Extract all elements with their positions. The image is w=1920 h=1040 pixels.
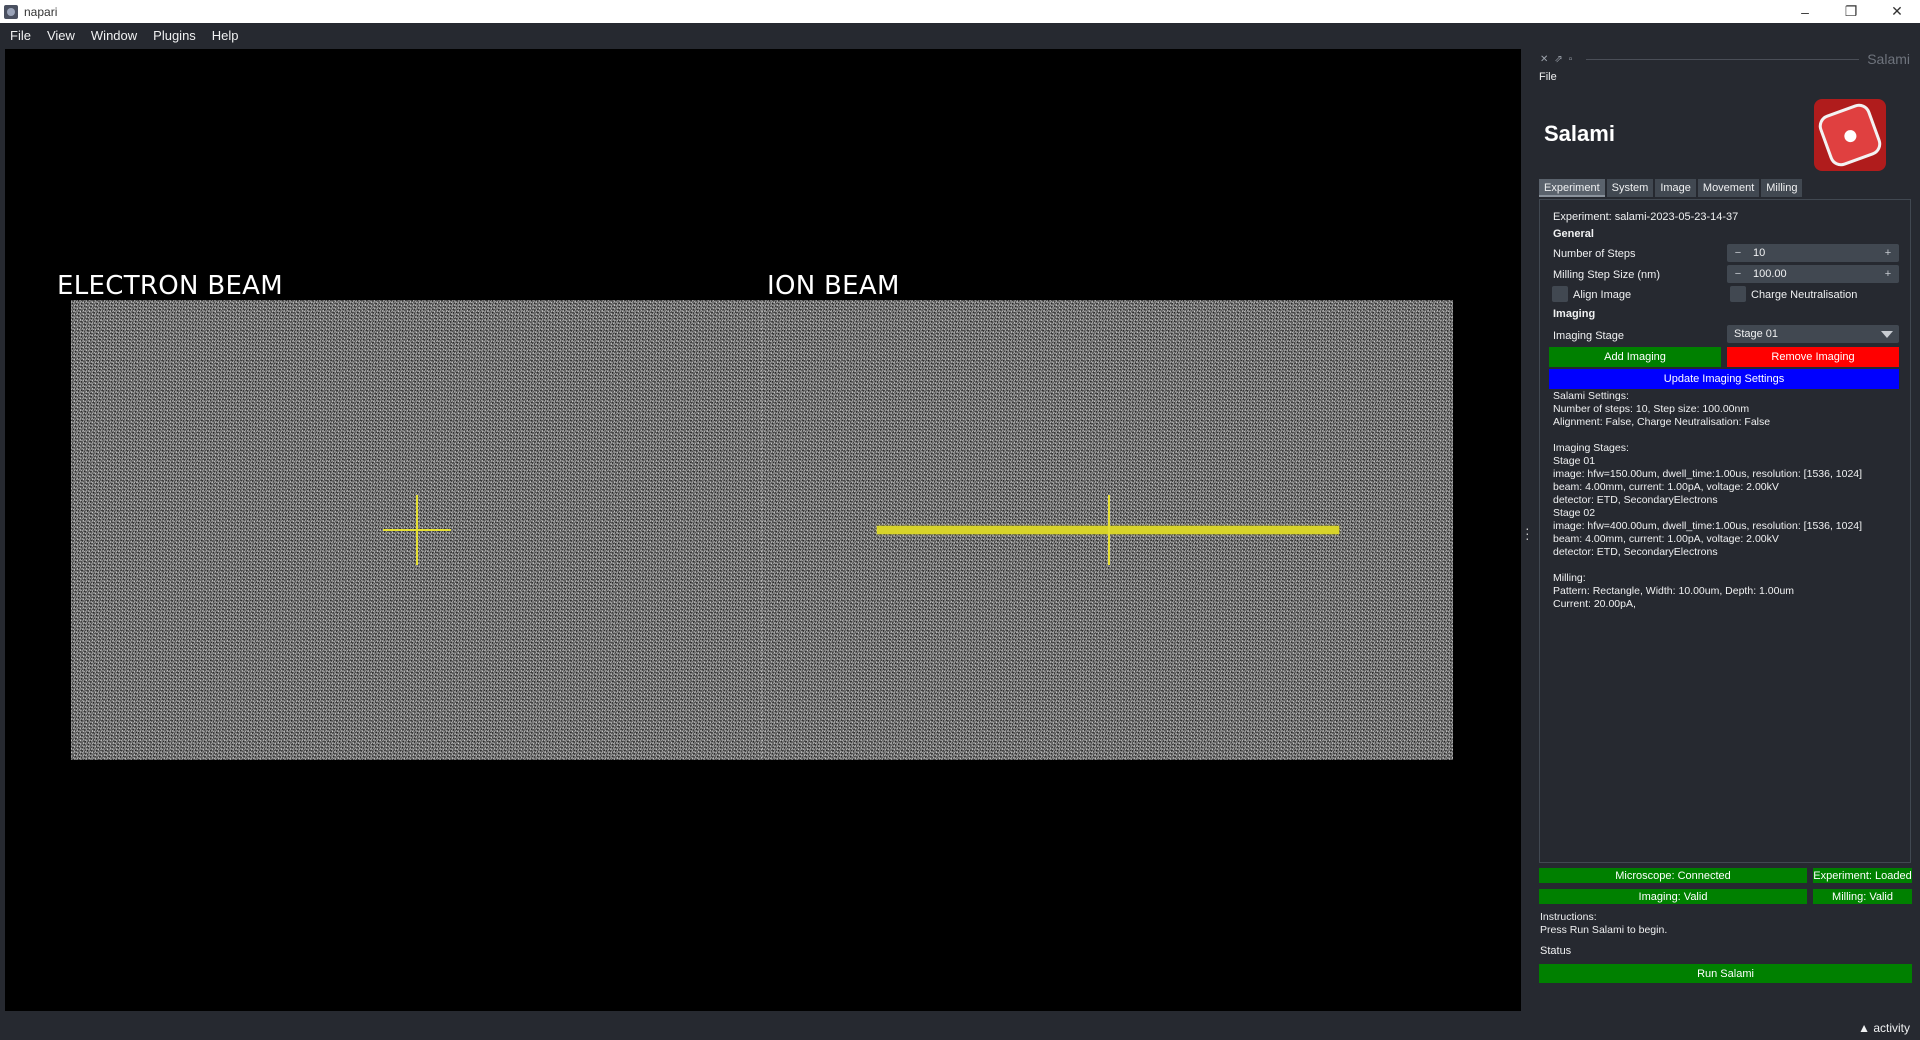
general-section-header: General: [1553, 228, 1594, 240]
salami-logo: ●: [1814, 99, 1886, 171]
steps-label: Number of Steps: [1553, 248, 1636, 260]
experiment-panel: Experiment: salami-2023-05-23-14-37 Gene…: [1539, 199, 1911, 863]
charge-neutralisation-checkbox[interactable]: [1730, 286, 1746, 302]
align-image-checkbox[interactable]: [1552, 286, 1568, 302]
dock-splitter-handle[interactable]: · · ·: [1525, 521, 1530, 545]
tab-image[interactable]: Image: [1655, 179, 1696, 197]
increment-icon[interactable]: +: [1881, 247, 1895, 259]
decrement-icon[interactable]: −: [1731, 247, 1745, 259]
status-imaging: Imaging: Valid: [1539, 889, 1807, 904]
dock-hide-icon[interactable]: ▫: [1569, 54, 1573, 65]
dock-title: Salami: [1867, 51, 1910, 67]
minimize-button[interactable]: –: [1782, 0, 1828, 23]
activity-button[interactable]: ▲ activity: [1858, 1021, 1910, 1035]
maximize-button[interactable]: ❐: [1828, 0, 1874, 23]
dock-file-menu[interactable]: File: [1539, 71, 1557, 83]
salami-app-title: Salami: [1544, 121, 1615, 146]
napari-app-icon: [4, 4, 18, 19]
dock-header-line: [1586, 58, 1860, 60]
salami-dock-widget: ✕ ⇗ ▫ Salami File Salami ● Experiment Sy…: [1530, 49, 1920, 1029]
status-milling: Milling: Valid: [1813, 889, 1912, 904]
tab-experiment[interactable]: Experiment: [1539, 179, 1605, 197]
step-size-value: 100.00: [1753, 268, 1787, 280]
electron-beam-label: ELECTRON BEAM: [57, 271, 284, 301]
step-size-spinbox[interactable]: − 100.00 +: [1727, 265, 1899, 283]
decrement-icon[interactable]: −: [1731, 268, 1745, 280]
menu-plugins[interactable]: Plugins: [145, 28, 204, 43]
window-title: napari: [24, 4, 58, 19]
dock-close-icon[interactable]: ✕: [1540, 54, 1548, 65]
ion-beam-label: ION BEAM: [767, 271, 900, 301]
menu-help[interactable]: Help: [204, 28, 247, 43]
menu-view[interactable]: View: [39, 28, 83, 43]
window-controls: – ❐ ✕: [1782, 0, 1920, 23]
chevron-down-icon: [1881, 331, 1893, 338]
settings-tabs: Experiment System Image Movement Milling: [1539, 179, 1804, 197]
tab-system[interactable]: System: [1606, 179, 1654, 197]
instructions-text: Press Run Salami to begin.: [1540, 924, 1668, 936]
tab-movement[interactable]: Movement: [1697, 179, 1760, 197]
viewer-canvas[interactable]: ELECTRON BEAM ION BEAM: [5, 49, 1521, 1011]
experiment-name-label: Experiment: salami-2023-05-23-14-37: [1553, 211, 1739, 223]
charge-neutralisation-label: Charge Neutralisation: [1751, 289, 1858, 301]
imaging-stage-label: Imaging Stage: [1553, 330, 1624, 342]
imaging-stage-select[interactable]: Stage 01: [1727, 325, 1899, 343]
add-imaging-button[interactable]: Add Imaging: [1549, 347, 1721, 367]
run-salami-button[interactable]: Run Salami: [1539, 964, 1912, 983]
imaging-stage-value: Stage 01: [1734, 328, 1779, 340]
increment-icon[interactable]: +: [1881, 268, 1895, 280]
dock-float-icon[interactable]: ⇗: [1554, 54, 1562, 65]
steps-value: 10: [1753, 247, 1766, 259]
status-experiment: Experiment: Loaded: [1813, 868, 1912, 883]
align-image-label: Align Image: [1573, 289, 1632, 301]
tab-milling[interactable]: Milling: [1761, 179, 1803, 197]
status-label: Status: [1540, 945, 1572, 957]
remove-imaging-button[interactable]: Remove Imaging: [1727, 347, 1899, 367]
steps-spinbox[interactable]: − 10 +: [1727, 244, 1899, 262]
imaging-section-header: Imaging: [1553, 308, 1596, 320]
step-size-label: Milling Step Size (nm): [1553, 269, 1660, 281]
salami-logo-icon: ●: [1815, 100, 1885, 170]
update-imaging-settings-button[interactable]: Update Imaging Settings: [1549, 369, 1899, 389]
salami-settings-summary: Salami Settings: Number of steps: 10, St…: [1553, 390, 1863, 610]
electron-crosshair-vertical: [416, 495, 418, 565]
status-microscope: Microscope: Connected: [1539, 868, 1807, 883]
menu-bar: File View Window Plugins Help: [0, 23, 1920, 47]
menu-file[interactable]: File: [0, 28, 39, 43]
window-titlebar: napari – ❐ ✕: [0, 0, 1920, 23]
menu-window[interactable]: Window: [83, 28, 145, 43]
close-button[interactable]: ✕: [1874, 0, 1920, 23]
ion-crosshair-vertical: [1108, 495, 1110, 565]
dock-header: ✕ ⇗ ▫ Salami: [1540, 51, 1910, 67]
instructions-label: Instructions:: [1540, 911, 1597, 923]
